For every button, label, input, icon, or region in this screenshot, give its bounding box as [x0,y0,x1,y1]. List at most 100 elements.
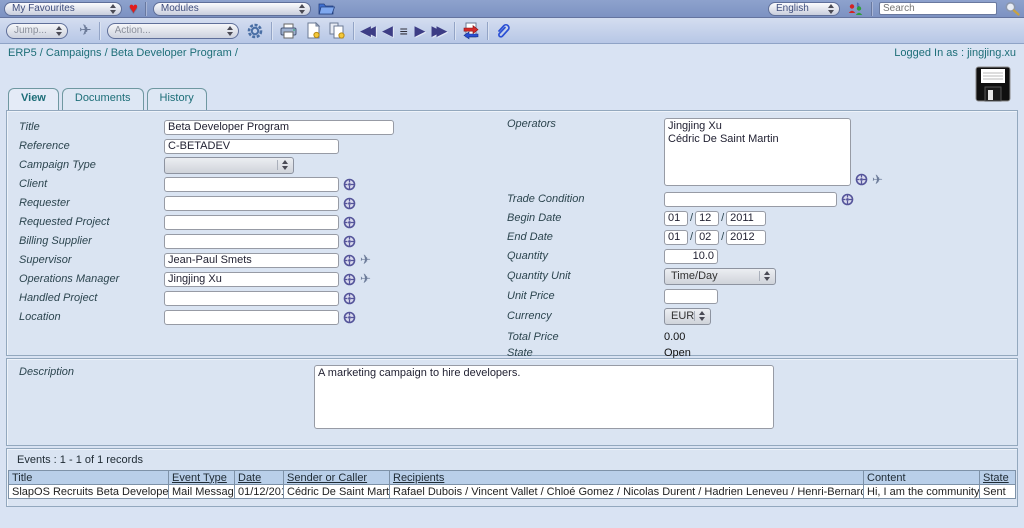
supervisor-label: Supervisor [17,254,164,266]
relation-wheel-icon[interactable] [343,273,356,286]
event-date-cell: 01/12/2011 [235,485,284,499]
relation-wheel-icon[interactable] [343,254,356,267]
description-label: Description [19,366,74,378]
end-date-day-input[interactable] [664,230,688,245]
end-date-month-input[interactable] [695,230,719,245]
print-icon[interactable] [279,23,298,39]
quantity-unit-select[interactable]: Time/Day [664,268,776,285]
relation-wheel-icon[interactable] [343,216,356,229]
action-toolbar: Jump... ✈ Action... [0,18,1024,44]
description-textarea[interactable]: A marketing campaign to hire developers. [314,365,774,429]
spinner-arrows-icon [221,26,236,36]
search-input[interactable] [879,2,997,15]
jump-select[interactable]: Jump... [6,23,68,39]
last-page-icon[interactable]: ▶▶ [432,22,447,40]
requested-project-input[interactable] [164,215,339,230]
total-price-value: 0.00 [664,331,685,343]
open-folder-icon[interactable] [318,2,335,15]
field-unit-price: Unit Price [505,287,1010,305]
new-document-icon[interactable] [305,22,321,39]
operations-manager-input[interactable] [164,272,339,287]
favourites-select[interactable]: My Favourites [4,2,122,16]
event-recipients-cell: Rafael Dubois / Vincent Vallet / Chloé G… [390,485,864,499]
jump-to-operators-plane-icon[interactable]: ✈ [872,174,883,186]
date-separator: / [719,231,726,243]
column-header-recipients[interactable]: Recipients [390,471,864,485]
end-date-label: End Date [505,231,664,243]
divider [99,22,100,40]
relation-wheel-icon[interactable] [343,292,356,305]
relation-wheel-icon[interactable] [343,235,356,248]
currency-select[interactable]: EUR [664,308,711,325]
event-content-cell: Hi, I am the community m [864,485,980,499]
reference-input[interactable] [164,139,339,154]
attachment-paperclip-icon[interactable] [495,22,512,39]
field-supervisor: Supervisor ✈ [17,251,497,269]
favourite-heart-icon[interactable]: ♥ [129,2,138,16]
modules-select[interactable]: Modules [153,2,311,16]
language-select[interactable]: English [768,2,840,16]
campaign-type-select[interactable] [164,157,294,174]
column-header-date[interactable]: Date [235,471,284,485]
divider [145,2,146,16]
supervisor-input[interactable] [164,253,339,268]
title-input[interactable] [164,120,394,135]
field-client: Client [17,175,497,193]
trade-condition-input[interactable] [664,192,837,207]
relation-wheel-icon[interactable] [343,178,356,191]
breadcrumb[interactable]: ERP5 / Campaigns / Beta Developer Progra… [8,47,238,59]
total-price-label: Total Price [505,331,664,343]
column-header-content: Content [864,471,980,485]
refresh-gear-icon[interactable] [246,22,264,40]
first-page-icon[interactable]: ◀◀ [361,22,376,40]
jump-plane-icon[interactable]: ✈ [79,25,92,37]
relation-wheel-icon[interactable] [343,197,356,210]
events-header-row: Title Event Type Date Sender or Caller R… [9,471,1016,485]
column-header-sender[interactable]: Sender or Caller [284,471,390,485]
column-header-title: Title [9,471,169,485]
begin-date-year-input[interactable] [726,211,766,226]
begin-date-day-input[interactable] [664,211,688,226]
jump-to-supervisor-plane-icon[interactable]: ✈ [360,254,371,266]
client-input[interactable] [164,177,339,192]
operators-textarea[interactable]: Jingjing Xu Cédric De Saint Martin [664,118,851,186]
action-select-value: Action... [115,25,151,36]
relation-wheel-icon[interactable] [841,193,854,206]
tab-view[interactable]: View [8,88,59,110]
events-section: Events : 1 - 1 of 1 records Title Event … [6,448,1018,507]
events-summary: Events : 1 - 1 of 1 records [7,449,1017,470]
column-header-event-type[interactable]: Event Type [169,471,235,485]
field-location: Location [17,308,497,326]
event-state-cell: Sent [980,485,1016,499]
field-quantity: Quantity [505,247,1010,265]
quantity-input[interactable] [664,249,718,264]
handled-project-input[interactable] [164,291,339,306]
field-requester: Requester [17,194,497,212]
billing-supplier-input[interactable] [164,234,339,249]
relation-wheel-icon[interactable] [855,173,868,186]
tab-history[interactable]: History [147,88,207,110]
field-currency: Currency EUR [505,306,1010,326]
event-row[interactable]: SlapOS Recruits Beta Developers Mail Mes… [9,485,1016,499]
import-export-icon[interactable] [462,22,480,40]
save-button[interactable] [975,66,1012,106]
copy-icon[interactable] [328,22,346,39]
tab-documents[interactable]: Documents [62,88,144,110]
end-date-year-input[interactable] [726,230,766,245]
previous-page-icon[interactable]: ◀ [383,22,393,40]
column-header-state[interactable]: State [980,471,1016,485]
logged-in-text: Logged In as : jingjing.xu [894,47,1016,59]
search-icon[interactable] [1004,1,1020,16]
begin-date-month-input[interactable] [695,211,719,226]
spinner-arrows-icon [694,311,708,321]
jump-select-value: Jump... [14,25,47,36]
list-view-icon[interactable]: ≡ [400,23,408,39]
relation-wheel-icon[interactable] [343,311,356,324]
next-page-icon[interactable]: ▶ [415,22,425,40]
translate-icon[interactable]: b [847,2,864,16]
jump-to-operations-manager-plane-icon[interactable]: ✈ [360,273,371,285]
requester-input[interactable] [164,196,339,211]
location-input[interactable] [164,310,339,325]
unit-price-input[interactable] [664,289,718,304]
action-select[interactable]: Action... [107,23,239,39]
